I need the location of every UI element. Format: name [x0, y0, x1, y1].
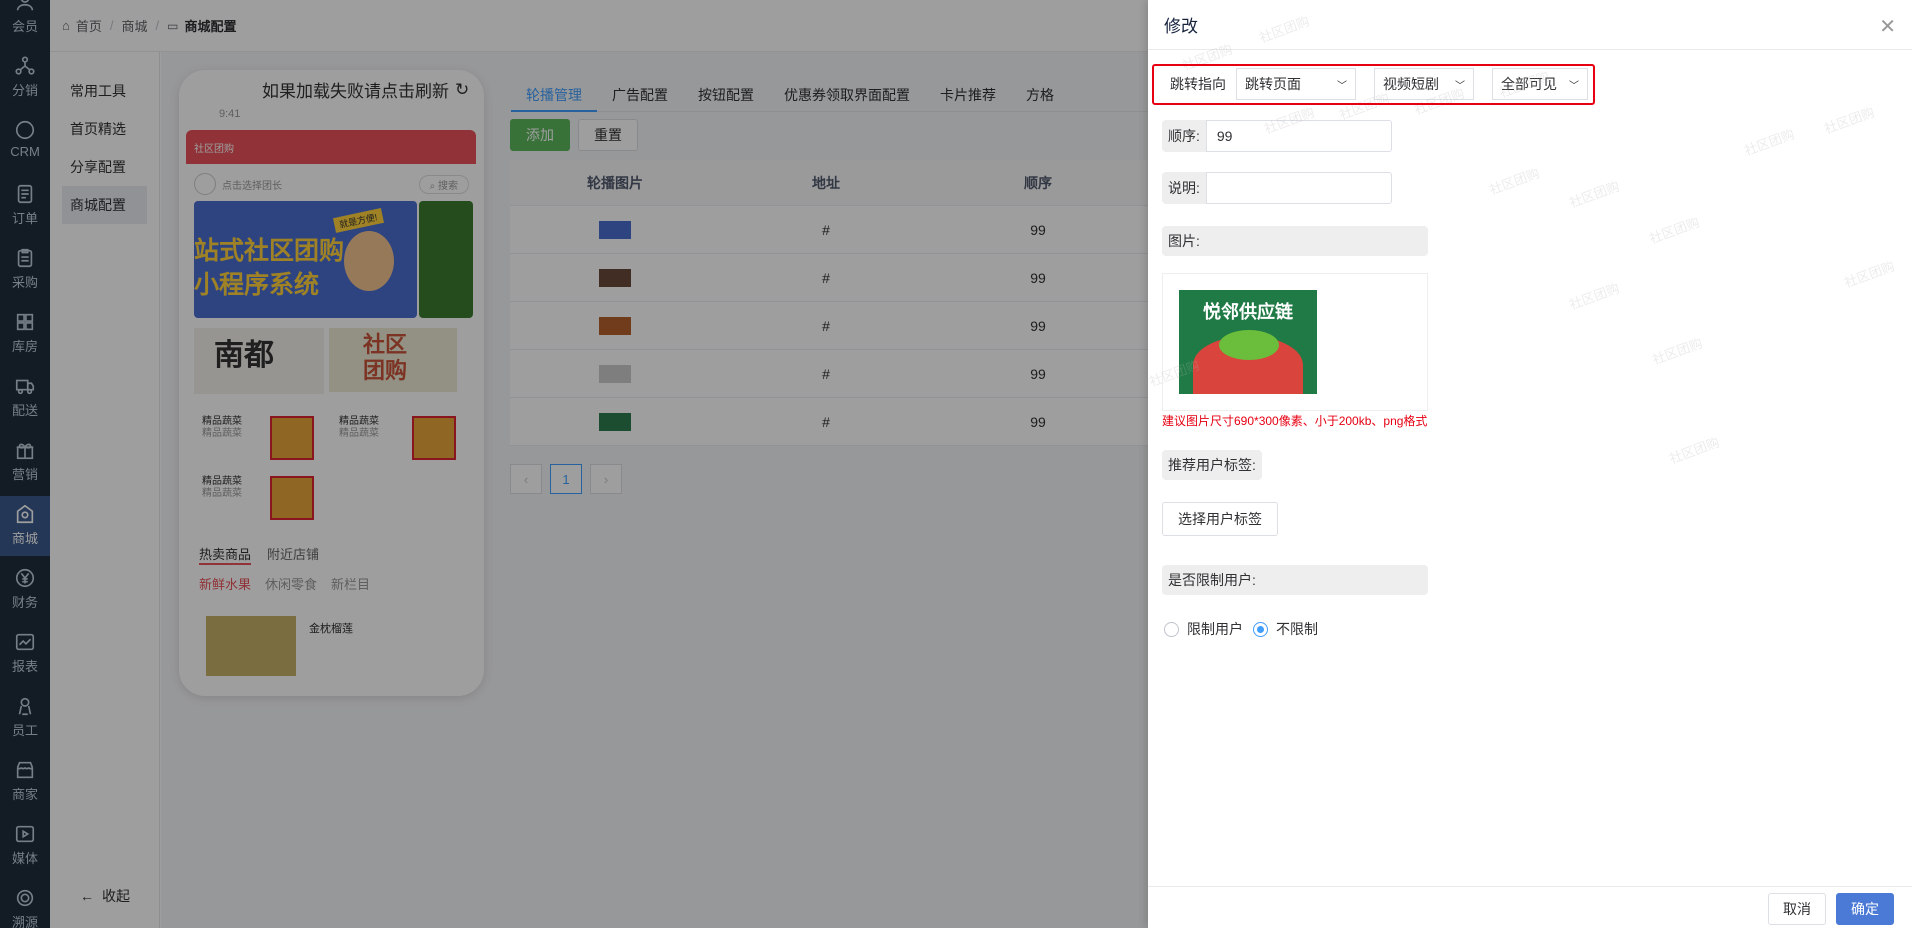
watermark: 社区团购 — [1822, 104, 1877, 137]
watermark: 社区团购 — [1567, 280, 1622, 313]
watermark: 社区团购 — [1667, 434, 1722, 467]
radio-no-limit-label[interactable]: 不限制 — [1276, 619, 1318, 639]
watermark: 社区团购 — [1487, 164, 1542, 197]
radio-no-limit[interactable] — [1253, 621, 1268, 637]
cancel-button[interactable]: 取消 — [1768, 893, 1826, 925]
radio-limit[interactable] — [1164, 621, 1179, 637]
close-icon[interactable]: ✕ — [1879, 14, 1896, 39]
watermark: 社区团购 — [1647, 214, 1702, 247]
image-label: 图片: — [1162, 226, 1428, 256]
radio-limit-label[interactable]: 限制用户 — [1187, 619, 1243, 639]
highlight-box — [1152, 64, 1595, 105]
drawer-footer: 取消 确定 — [1148, 886, 1912, 928]
image-uploader[interactable]: 悦邻供应链 — [1162, 273, 1428, 411]
order-row: 顺序: 99 — [1162, 120, 1392, 152]
desc-label: 说明: — [1162, 172, 1206, 204]
watermark: 社区团购 — [1742, 126, 1797, 159]
edit-drawer: 修改 ✕ 跳转指向 跳转页面 ﹀ 视频短剧 ﹀ 全部可见 ﹀ 顺序: 99 说明: 图… — [1147, 0, 1912, 928]
limit-label: 是否限制用户: — [1162, 565, 1428, 595]
desc-row: 说明: — [1162, 172, 1392, 204]
order-input[interactable]: 99 — [1205, 120, 1392, 152]
modal-overlay[interactable] — [0, 0, 1148, 928]
watermark: 社区团购 — [1842, 258, 1897, 291]
desc-input[interactable] — [1205, 172, 1392, 204]
confirm-button[interactable]: 确定 — [1836, 893, 1894, 925]
select-tag-button[interactable]: 选择用户标签 — [1162, 502, 1278, 536]
drawer-title: 修改 — [1148, 0, 1912, 50]
order-label: 顺序: — [1162, 120, 1206, 152]
image-hint: 建议图片尺寸690*300像素、小于200kb、png格式 — [1162, 414, 1428, 428]
uploaded-image: 悦邻供应链 — [1179, 290, 1317, 394]
watermark: 社区团购 — [1567, 178, 1622, 211]
limit-radio-group: 限制用户 不限制 — [1164, 619, 1318, 639]
greens-image — [1219, 330, 1279, 360]
watermark: 社区团购 — [1649, 335, 1704, 368]
tag-label: 推荐用户标签: — [1162, 450, 1262, 480]
image-brand: 悦邻供应链 — [1203, 302, 1293, 322]
